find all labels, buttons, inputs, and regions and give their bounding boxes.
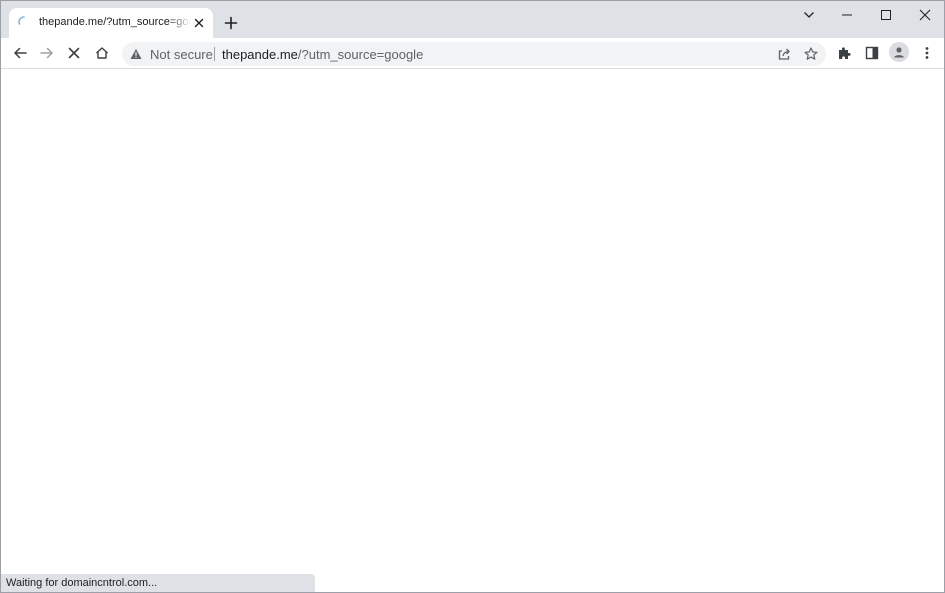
- url-path: /?utm_source=google: [297, 47, 424, 62]
- toolbar: Not secure thepande.me/?utm_source=googl…: [1, 38, 944, 69]
- omnibox-divider: [214, 47, 215, 61]
- window-close-icon[interactable]: [917, 7, 933, 23]
- url-host: thepande.me: [222, 47, 298, 62]
- kebab-menu-icon[interactable]: [919, 45, 935, 61]
- maximize-icon[interactable]: [878, 7, 894, 23]
- arrow-left-icon[interactable]: [12, 45, 28, 61]
- arrow-right-icon[interactable]: [39, 45, 55, 61]
- share-icon[interactable]: [776, 46, 792, 62]
- star-icon[interactable]: [803, 46, 819, 62]
- home-icon[interactable]: [94, 45, 110, 61]
- chevron-down-icon[interactable]: [801, 7, 817, 23]
- profile-button[interactable]: [889, 42, 909, 62]
- minimize-icon[interactable]: [839, 7, 855, 23]
- avatar-icon: [894, 47, 904, 58]
- page-content: [1, 69, 944, 592]
- close-icon[interactable]: [192, 16, 206, 30]
- status-text: Waiting for domaincntrol.com...: [6, 577, 158, 589]
- status-bubble: Waiting for domaincntrol.com...: [1, 574, 315, 592]
- plus-icon[interactable]: [223, 15, 239, 31]
- warning-triangle-icon[interactable]: [130, 48, 142, 60]
- tab-active[interactable]: thepande.me/?utm_source=google: [9, 8, 213, 38]
- tab-title: thepande.me/?utm_source=google: [39, 16, 191, 28]
- browser-window: thepande.me/?utm_source=google: [0, 0, 945, 593]
- side-panel-icon[interactable]: [864, 45, 880, 61]
- tab-strip: thepande.me/?utm_source=google: [1, 1, 944, 38]
- loading-spinner-icon: [18, 16, 25, 25]
- url-text[interactable]: thepande.me/?utm_source=google: [222, 47, 423, 62]
- stop-x-icon[interactable]: [66, 45, 82, 61]
- security-status-label[interactable]: Not secure: [150, 47, 213, 62]
- address-bar[interactable]: Not secure thepande.me/?utm_source=googl…: [122, 42, 826, 66]
- puzzle-icon[interactable]: [836, 45, 852, 61]
